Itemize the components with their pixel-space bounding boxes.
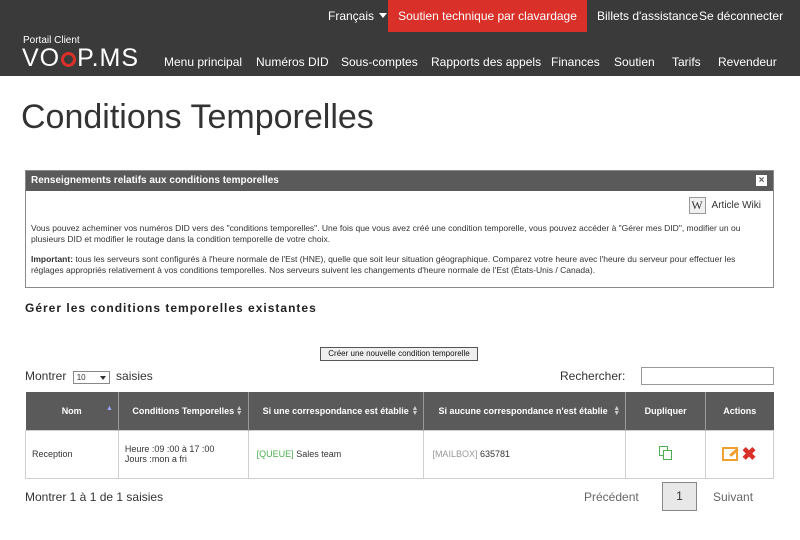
info-paragraph: Vous pouvez acheminer vos numéros DID ve… [31,223,741,244]
no-match-tag: [MAILBOX] [432,449,478,459]
nav-rapports-appels[interactable]: Rapports des appels [431,55,541,69]
column-actions: Actions [705,392,774,430]
logo[interactable]: VO P.MS [22,44,139,73]
match-tag: [QUEUE] [256,449,294,459]
column-conditions[interactable]: Conditions Temporelles ▲ ▼ [118,392,249,430]
column-duplicate: Dupliquer [625,392,707,430]
sort-asc-icon: ▲ [105,405,113,412]
create-condition-button[interactable]: Créer une nouvelle condition temporelle [320,347,478,361]
cell-match: [QUEUE] Sales team [247,429,425,479]
match-target: Sales team [296,449,342,459]
info-important-paragraph: Important: tous les serveurs sont config… [31,254,736,275]
search-label: Rechercher: [560,369,626,383]
sort-icon: ▲ ▼ [235,405,243,417]
nav-soutien[interactable]: Soutien [614,55,655,69]
cell-actions: ✖ [705,429,774,479]
page-number-button[interactable]: 1 [662,482,697,511]
column-no-match[interactable]: Si aucune correspondance n'est établie ▲ ▼ [423,392,627,430]
cell-no-match: [MAILBOX] 635781 [423,429,627,479]
next-page-button[interactable]: Suivant [713,490,753,504]
column-name[interactable]: Nom ▲ [25,392,119,430]
duplicate-icon[interactable] [658,446,673,460]
column-match[interactable]: Si une correspondance est établie ▲ ▼ [248,392,425,430]
page-title: Conditions Temporelles [21,98,374,136]
edit-icon[interactable] [722,447,739,461]
support-tickets-link[interactable]: Billets d'assistance [597,9,698,23]
nav-numeros-did[interactable]: Numéros DID [256,55,329,69]
delete-icon[interactable]: ✖ [741,445,756,463]
logo-ring-icon [61,52,77,67]
nav-tarifs[interactable]: Tarifs [672,55,701,69]
wiki-article-link[interactable]: W Article Wiki [688,197,761,214]
close-icon[interactable]: × [756,175,767,186]
important-label: Important: [31,254,74,264]
nav-menu-principal[interactable]: Menu principal [164,55,242,69]
chevron-down-icon [379,13,388,18]
logout-link[interactable]: Se déconnecter [699,9,783,23]
table-row: Reception Heure :09 :00 à 17 :00 Jours :… [25,429,774,479]
language-selector[interactable]: Français [328,9,388,23]
previous-page-button[interactable]: Précédent [584,490,639,504]
no-match-target: 635781 [479,449,511,459]
wiki-article-label: Article Wiki [711,200,761,212]
entries-per-page: Montrer 10 saisies [25,369,153,384]
top-bar: Français Soutien technique par clavardag… [0,0,800,76]
nav-finances[interactable]: Finances [551,55,600,69]
nav-sous-comptes[interactable]: Sous-comptes [341,55,418,69]
language-label: Français [328,9,375,23]
entries-per-page-select[interactable]: 10 [72,371,110,384]
cell-duplicate [625,429,707,479]
wikipedia-icon: W [688,197,706,214]
cell-name: Reception [25,429,119,479]
table-summary: Montrer 1 à 1 de 1 saisies [25,490,164,504]
chevron-down-icon [99,376,106,380]
nav-revendeur[interactable]: Revendeur [718,55,777,69]
table-header-row: Nom ▲ Conditions Temporelles ▲ ▼ Si une cor… [25,392,774,430]
chat-support-button[interactable]: Soutien technique par clavardage [388,0,587,32]
time-conditions-table: Nom ▲ Conditions Temporelles ▲ ▼ Si une cor… [25,392,774,479]
search-input[interactable] [641,367,774,385]
info-panel: Renseignements relatifs aux conditions t… [25,170,774,288]
section-title: Gérer les conditions temporelles existan… [25,301,317,315]
sort-icon: ▲ ▼ [411,405,419,417]
cell-conditions: Heure :09 :00 à 17 :00 Jours :mon a fri [117,429,249,479]
info-panel-title: Renseignements relatifs aux conditions t… [26,171,773,191]
sort-icon: ▲ ▼ [613,405,621,417]
